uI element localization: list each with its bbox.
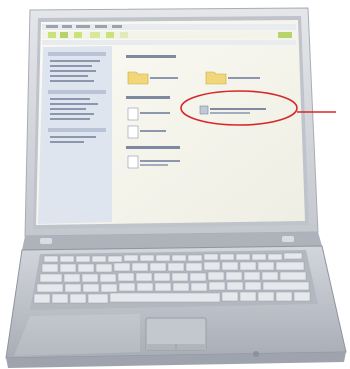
window-menubar bbox=[42, 24, 296, 30]
document-icon bbox=[127, 155, 139, 169]
network-icon bbox=[199, 105, 209, 115]
laptop-photo bbox=[0, 0, 350, 369]
folder-icon bbox=[205, 71, 227, 85]
sidebar-pane bbox=[38, 46, 112, 224]
keyboard bbox=[30, 250, 318, 310]
folder-icon bbox=[127, 71, 149, 85]
document-icon bbox=[127, 125, 139, 139]
address-bar bbox=[42, 40, 296, 45]
touchpad bbox=[145, 317, 207, 351]
document-icon bbox=[127, 107, 139, 121]
window-toolbar bbox=[42, 31, 296, 39]
